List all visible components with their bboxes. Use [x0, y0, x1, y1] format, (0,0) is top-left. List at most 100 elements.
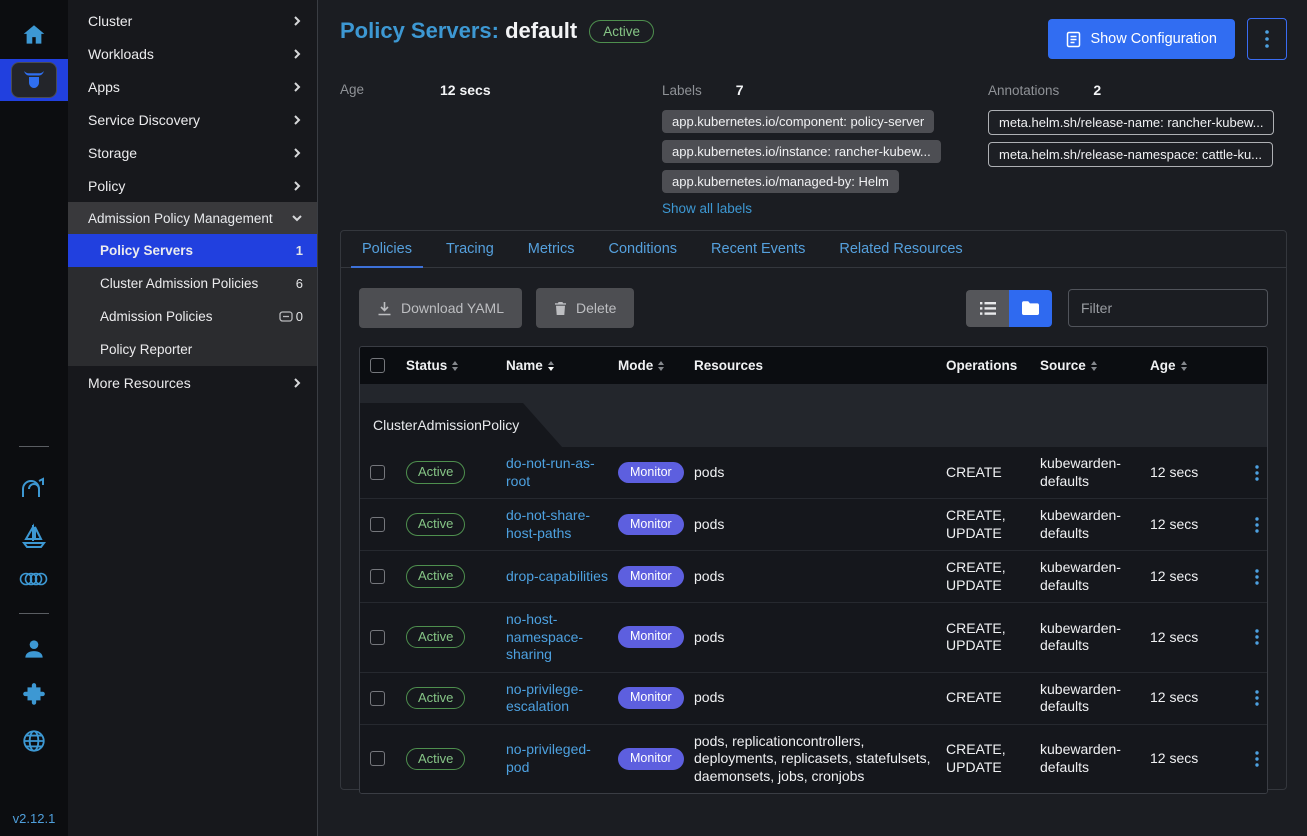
table-body: Active do-not-run-as-root Monitor pods C… [360, 447, 1267, 793]
resources-cell: pods [694, 464, 946, 482]
app-rail: v2.12.1 [0, 0, 68, 836]
filter-input[interactable] [1068, 289, 1268, 327]
header-actions-menu-button[interactable] [1247, 18, 1287, 60]
tab-metrics[interactable]: Metrics [511, 231, 592, 267]
annotations-count: 2 [1093, 82, 1101, 98]
rail-cluster-list [0, 440, 68, 764]
page-title-type-link[interactable]: Policy Servers: [340, 18, 499, 43]
tab-policies[interactable]: Policies [345, 231, 429, 267]
sort-icon [1091, 361, 1097, 371]
mode-badge: Monitor [618, 748, 684, 770]
row-actions-menu-button[interactable] [1246, 690, 1267, 706]
column-header-mode[interactable]: Mode [618, 358, 694, 373]
row-actions-menu-button[interactable] [1246, 465, 1267, 481]
sidebar-item-service-discovery[interactable]: Service Discovery [68, 103, 317, 136]
operations-cell: CREATE, UPDATE [946, 559, 1040, 594]
view-mode-toggle [966, 290, 1052, 327]
namespaced-resource-icon [279, 311, 293, 322]
chevron-right-icon [291, 114, 303, 126]
policy-name-link[interactable]: no-privilege-escalation [506, 681, 618, 716]
sidebar-group-admission-policy-management[interactable]: Admission Policy Management [68, 202, 317, 234]
coil-cluster-icon[interactable] [19, 569, 49, 589]
sort-icon [548, 361, 554, 371]
column-header-name[interactable]: Name [506, 358, 618, 373]
list-view-button[interactable] [966, 290, 1009, 327]
status-badge: Active [406, 687, 465, 709]
tab-related-resources[interactable]: Related Resources [822, 231, 979, 267]
source-cell: kubewarden-defaults [1040, 681, 1150, 716]
policy-name-link[interactable]: drop-capabilities [506, 568, 618, 586]
resources-cell: pods [694, 689, 946, 707]
rail-divider [19, 613, 49, 614]
tab-tracing[interactable]: Tracing [429, 231, 511, 267]
annotation-chip: meta.helm.sh/release-name: rancher-kubew… [988, 110, 1274, 135]
mode-badge: Monitor [618, 514, 684, 536]
sidebar-item-cluster[interactable]: Cluster [68, 4, 317, 37]
row-checkbox[interactable] [370, 691, 385, 706]
age-cell: 12 secs [1150, 516, 1246, 534]
tab-recent-events[interactable]: Recent Events [694, 231, 822, 267]
sidebar-item-cluster-admission-policies[interactable]: Cluster Admission Policies 6 [68, 267, 317, 300]
operations-cell: CREATE, UPDATE [946, 507, 1040, 542]
policy-name-link[interactable]: do-not-run-as-root [506, 455, 618, 490]
column-header-age[interactable]: Age [1150, 358, 1246, 373]
user-icon[interactable] [21, 636, 47, 662]
group-view-button[interactable] [1009, 290, 1052, 327]
row-checkbox[interactable] [370, 569, 385, 584]
mode-badge: Monitor [618, 462, 684, 484]
policy-name-link[interactable]: do-not-share-host-paths [506, 507, 618, 542]
rail-divider [19, 446, 49, 447]
row-checkbox[interactable] [370, 630, 385, 645]
resources-cell: pods, replicationcontrollers, deployment… [694, 733, 946, 786]
tab-conditions[interactable]: Conditions [592, 231, 695, 267]
age-cell: 12 secs [1150, 464, 1246, 482]
column-header-resources[interactable]: Resources [694, 358, 946, 373]
table-row: Active do-not-share-host-paths Monitor p… [360, 498, 1267, 550]
row-checkbox[interactable] [370, 751, 385, 766]
delete-button[interactable]: Delete [536, 288, 634, 328]
sidebar-item-policy[interactable]: Policy [68, 169, 317, 202]
age-cell: 12 secs [1150, 629, 1246, 647]
resources-cell: pods [694, 629, 946, 647]
cluster-sidebar: Cluster Workloads Apps Service Discovery… [68, 0, 318, 836]
operations-cell: CREATE [946, 689, 1040, 707]
row-actions-menu-button[interactable] [1246, 517, 1267, 533]
puzzle-extensions-icon[interactable] [21, 682, 47, 708]
table-row: Active do-not-run-as-root Monitor pods C… [360, 447, 1267, 498]
row-actions-menu-button[interactable] [1246, 751, 1267, 767]
column-header-operations[interactable]: Operations [946, 358, 1040, 373]
rail-selected-cluster[interactable] [0, 59, 68, 101]
operations-cell: CREATE [946, 464, 1040, 482]
row-actions-menu-button[interactable] [1246, 629, 1267, 645]
source-cell: kubewarden-defaults [1040, 620, 1150, 655]
sidebar-item-more-resources[interactable]: More Resources [68, 366, 317, 399]
annotations-block: Annotations 2 meta.helm.sh/release-name:… [988, 82, 1287, 222]
sidebar-item-policy-reporter[interactable]: Policy Reporter [68, 333, 317, 366]
show-configuration-button[interactable]: Show Configuration [1048, 19, 1235, 59]
column-header-source[interactable]: Source [1040, 358, 1150, 373]
policy-name-link[interactable]: no-privileged-pod [506, 741, 618, 776]
list-view-icon [980, 302, 996, 315]
age-block: Age 12 secs [340, 82, 662, 222]
row-actions-menu-button[interactable] [1246, 569, 1267, 585]
show-all-labels-link[interactable]: Show all labels [662, 201, 752, 216]
sidebar-item-workloads[interactable]: Workloads [68, 37, 317, 70]
column-header-status[interactable]: Status [406, 358, 506, 373]
arches-cluster-icon[interactable] [20, 475, 48, 501]
mode-badge: Monitor [618, 687, 684, 709]
table-group-row: ClusterAdmissionPolicy [360, 384, 1267, 447]
sidebar-item-apps[interactable]: Apps [68, 70, 317, 103]
source-cell: kubewarden-defaults [1040, 741, 1150, 776]
home-icon[interactable] [21, 18, 47, 52]
mode-badge: Monitor [618, 626, 684, 648]
sidebar-item-policy-servers[interactable]: Policy Servers 1 [68, 234, 317, 267]
sidebar-item-storage[interactable]: Storage [68, 136, 317, 169]
row-checkbox[interactable] [370, 465, 385, 480]
globe-icon[interactable] [21, 728, 47, 754]
sailboat-cluster-icon[interactable] [20, 521, 48, 549]
row-checkbox[interactable] [370, 517, 385, 532]
select-all-checkbox[interactable] [370, 358, 385, 373]
download-yaml-button[interactable]: Download YAML [359, 288, 522, 328]
policy-name-link[interactable]: no-host-namespace-sharing [506, 611, 618, 664]
sidebar-item-admission-policies[interactable]: Admission Policies 0 [68, 300, 317, 333]
